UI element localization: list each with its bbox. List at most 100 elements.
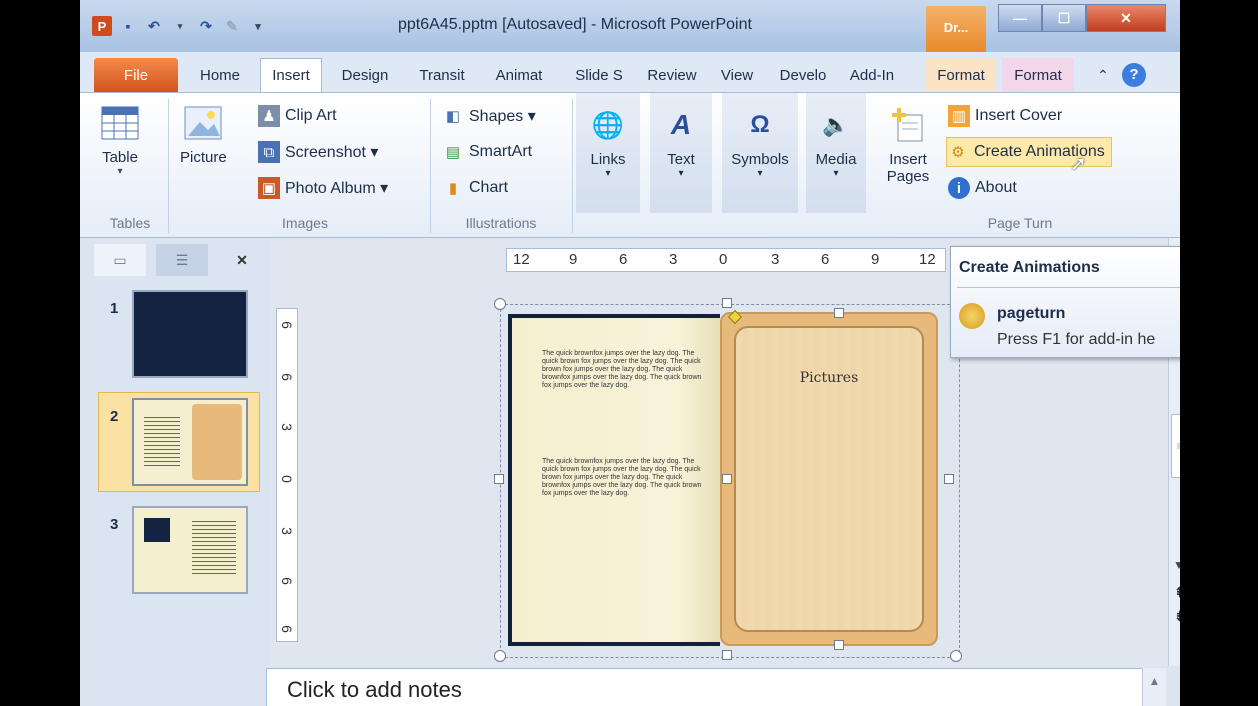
left-page-paragraph-2: The quick brownfox jumps over the lazy d…	[542, 458, 702, 497]
tooltip-title: Create Animations	[959, 259, 1100, 276]
tab-home[interactable]: Home	[190, 58, 250, 92]
next-slide-icon[interactable]: ⇟	[1174, 608, 1180, 625]
chevron-down-icon: ▾	[678, 168, 684, 179]
undo-dropdown-icon[interactable]: ▾	[170, 16, 190, 36]
panel-tabs: ▭ ☰ ✕	[90, 244, 270, 276]
slide-thumbnail-1[interactable]	[132, 290, 248, 378]
tab-format-picture[interactable]: Format	[1002, 58, 1074, 92]
symbols-button[interactable]: Ω Symbols ▾	[724, 105, 796, 179]
tab-developer[interactable]: Develo	[770, 58, 836, 92]
undo-icon[interactable]: ↶	[144, 16, 164, 36]
maximize-button[interactable]: ☐	[1042, 4, 1086, 32]
ruler-tick: 3	[669, 251, 678, 268]
picture-icon	[183, 103, 223, 143]
resize-handle[interactable]	[834, 308, 844, 318]
create-animations-tooltip: Create Animations pageturn Press F1 for …	[950, 246, 1180, 358]
book-left-page[interactable]: The quick brownfox jumps over the lazy d…	[508, 314, 720, 646]
format-painter-icon[interactable]: ✎	[222, 16, 242, 36]
ruler-tick: 3	[278, 423, 295, 431]
clip-art-button[interactable]: ♟ Clip Art	[258, 101, 337, 131]
insert-cover-button[interactable]: ▥ Insert Cover	[948, 101, 1062, 131]
resize-handle[interactable]	[494, 298, 506, 310]
minimize-ribbon-icon[interactable]: ⌃	[1092, 58, 1114, 92]
ruler-tick: 9	[871, 251, 880, 268]
smartart-button[interactable]: ▤ SmartArt	[442, 137, 532, 167]
redo-icon[interactable]: ↷	[196, 16, 216, 36]
minimize-button[interactable]: —	[998, 4, 1042, 32]
text-button[interactable]: A Text ▾	[652, 105, 710, 179]
insert-pages-button[interactable]: Insert Pages	[880, 105, 936, 185]
tab-animations[interactable]: Animat	[482, 58, 556, 92]
tab-slide-show[interactable]: Slide S	[562, 58, 636, 92]
close-panel-icon[interactable]: ✕	[216, 244, 268, 276]
links-button[interactable]: 🌐 Links ▾	[580, 105, 636, 180]
chevron-down-icon: ▾	[117, 166, 123, 177]
insert-cover-icon: ▥	[948, 105, 970, 127]
close-button[interactable]: ✕	[1086, 4, 1166, 32]
scroll-thumb[interactable]: ≡	[1171, 414, 1180, 478]
ruler-tick: 0	[719, 251, 728, 268]
shapes-button[interactable]: ◧ Shapes ▾	[442, 101, 536, 131]
book-graphic[interactable]: The quick brownfox jumps over the lazy d…	[494, 298, 962, 662]
tab-add-ins[interactable]: Add-In	[840, 58, 904, 92]
tab-file[interactable]: File	[94, 58, 178, 92]
tab-format-drawing[interactable]: Format	[926, 58, 996, 92]
tab-transitions[interactable]: Transit	[406, 58, 478, 92]
ruler-tick: 6	[821, 251, 830, 268]
resize-handle[interactable]	[722, 650, 732, 660]
text-icon: A	[670, 109, 692, 140]
table-button[interactable]: Table ▾	[100, 103, 140, 177]
slides-tab-icon[interactable]: ▭	[94, 244, 146, 276]
photo-album-label: Photo Album ▾	[285, 180, 389, 197]
ruler-tick: 3	[771, 251, 780, 268]
customize-qat-icon[interactable]: ▾	[248, 16, 268, 36]
picture-button[interactable]: Picture	[180, 103, 227, 166]
resize-handle[interactable]	[494, 650, 506, 662]
tab-insert[interactable]: Insert	[260, 58, 322, 92]
previous-slide-icon[interactable]: ⇞	[1174, 584, 1180, 601]
ruler-tick: 6	[278, 625, 295, 633]
tab-view[interactable]: View	[710, 58, 764, 92]
smartart-label: SmartArt	[469, 143, 533, 160]
chevron-down-icon: ▾	[605, 168, 611, 179]
about-label: About	[975, 179, 1017, 196]
scroll-down-arrow-icon[interactable]: ▼	[1173, 558, 1180, 572]
ruler-tick: 0	[278, 475, 295, 483]
slide-thumbnail-2[interactable]	[132, 398, 248, 486]
resize-handle[interactable]	[834, 640, 844, 650]
resize-handle[interactable]	[722, 298, 732, 308]
tab-review[interactable]: Review	[640, 58, 704, 92]
resize-handle[interactable]	[722, 474, 732, 484]
notes-pane[interactable]: Click to add notes	[266, 668, 1162, 706]
media-button[interactable]: 🔈 Media ▾	[808, 105, 864, 179]
book-right-page[interactable]: Pictures	[720, 312, 938, 646]
separator	[430, 99, 431, 233]
outline-tab-icon[interactable]: ☰	[156, 244, 208, 276]
resize-handle[interactable]	[494, 474, 504, 484]
ruler-tick: 12	[513, 251, 530, 268]
photo-album-button[interactable]: ▣ Photo Album ▾	[258, 173, 388, 203]
chart-button[interactable]: ▮ Chart	[442, 173, 508, 203]
ruler-tick: 12	[919, 251, 936, 268]
about-button[interactable]: i About	[948, 173, 1017, 203]
tab-design[interactable]: Design	[330, 58, 400, 92]
left-page-paragraph-1: The quick brownfox jumps over the lazy d…	[542, 350, 702, 389]
shapes-icon: ◧	[445, 108, 461, 125]
add-in-gear-icon	[959, 303, 985, 329]
photo-album-icon: ▣	[258, 177, 280, 199]
notes-scroll-up-icon[interactable]: ▲	[1142, 668, 1166, 706]
save-icon[interactable]: ▪	[118, 16, 138, 36]
clip-art-label: Clip Art	[285, 107, 337, 124]
screenshot-button[interactable]: ⧉ Screenshot ▾	[258, 137, 378, 167]
help-icon[interactable]: ?	[1120, 58, 1148, 92]
symbols-icon: Ω	[750, 111, 770, 138]
ruler-tick: 6	[278, 321, 295, 329]
table-icon	[100, 103, 140, 143]
tooltip-description: Press F1 for add-in he	[997, 331, 1156, 348]
insert-pages-label-1: Insert	[889, 151, 927, 168]
resize-handle[interactable]	[944, 474, 954, 484]
horizontal-ruler: 12 9 6 3 0 3 6 9 12	[506, 248, 946, 272]
resize-handle[interactable]	[950, 650, 962, 662]
powerpoint-logo-icon[interactable]: P	[92, 16, 112, 36]
slide-thumbnail-3[interactable]	[132, 506, 248, 594]
